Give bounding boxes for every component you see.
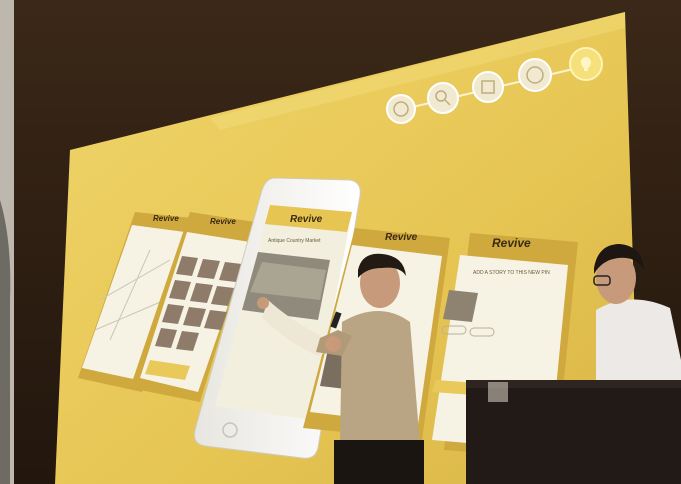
story-heading: ADD A STORY TO THIS NEW PIN [473,270,550,276]
water-glass [488,382,508,402]
card-brand: Revive [153,214,179,223]
podium [466,380,681,484]
card-brand: Revive [210,217,236,226]
card-brand: Revive [385,232,418,243]
note-icon [472,71,504,103]
phone-location-label: Antique Country Market [268,238,321,244]
card-brand: Revive [492,236,531,250]
globe-icon [386,94,416,124]
phone-brand: Revive [290,214,323,225]
photo-scene: Revive Revive Revive Antique Country Mar… [0,0,681,484]
target-icon [518,58,552,92]
search-icon [427,82,459,114]
lightbulb-icon [569,47,603,81]
